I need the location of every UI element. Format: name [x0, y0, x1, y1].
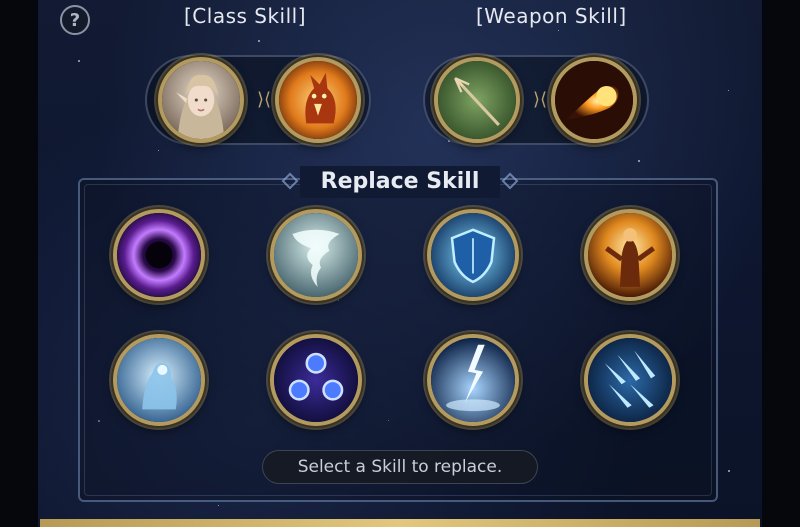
ice-shield-icon	[431, 213, 515, 297]
ice-shards-icon	[588, 338, 672, 422]
select-skill-hint: Select a Skill to replace.	[262, 450, 538, 484]
elf-portrait-icon	[162, 61, 240, 139]
class-skill-title: [Class Skill]	[184, 4, 307, 28]
question-icon: ?	[69, 9, 81, 31]
help-button[interactable]: ?	[60, 5, 90, 35]
class-skill-slot-2[interactable]	[275, 57, 361, 143]
weapon-skill-slot-1[interactable]	[434, 57, 520, 143]
replace-skill-slot-7[interactable]	[427, 334, 519, 426]
star	[78, 60, 80, 62]
link-connector-icon: ⟩⟨	[532, 89, 548, 110]
star	[638, 160, 640, 162]
replace-skill-slot-6[interactable]	[270, 334, 362, 426]
star	[728, 470, 730, 472]
tornado-icon	[274, 213, 358, 297]
replace-skill-title: Replace Skill	[320, 169, 480, 194]
star	[558, 30, 559, 31]
star	[158, 150, 159, 151]
flame-warrior-icon	[588, 213, 672, 297]
dark-vortex-icon	[117, 213, 201, 297]
star	[218, 505, 219, 506]
replace-skill-slot-8[interactable]	[584, 334, 676, 426]
lightning-strike-icon	[431, 338, 515, 422]
replace-skill-slot-2[interactable]	[270, 209, 362, 301]
link-connector-icon: ⟩⟨	[256, 89, 272, 110]
replace-skill-slot-1[interactable]	[113, 209, 205, 301]
fireball-icon	[555, 61, 633, 139]
triple-orb-icon	[274, 338, 358, 422]
weapon-skill-slot-2[interactable]	[551, 57, 637, 143]
star	[728, 90, 729, 91]
replace-skill-slot-4[interactable]	[584, 209, 676, 301]
trident-icon	[438, 61, 516, 139]
replace-skill-slot-5[interactable]	[113, 334, 205, 426]
bottom-gold-bar	[40, 519, 760, 527]
class-skill-slot-1[interactable]	[158, 57, 244, 143]
weapon-skill-title: [Weapon Skill]	[476, 4, 627, 28]
star	[258, 40, 260, 42]
fire-dragon-icon	[279, 61, 357, 139]
frost-spirit-icon	[117, 338, 201, 422]
replace-skill-slot-3[interactable]	[427, 209, 519, 301]
